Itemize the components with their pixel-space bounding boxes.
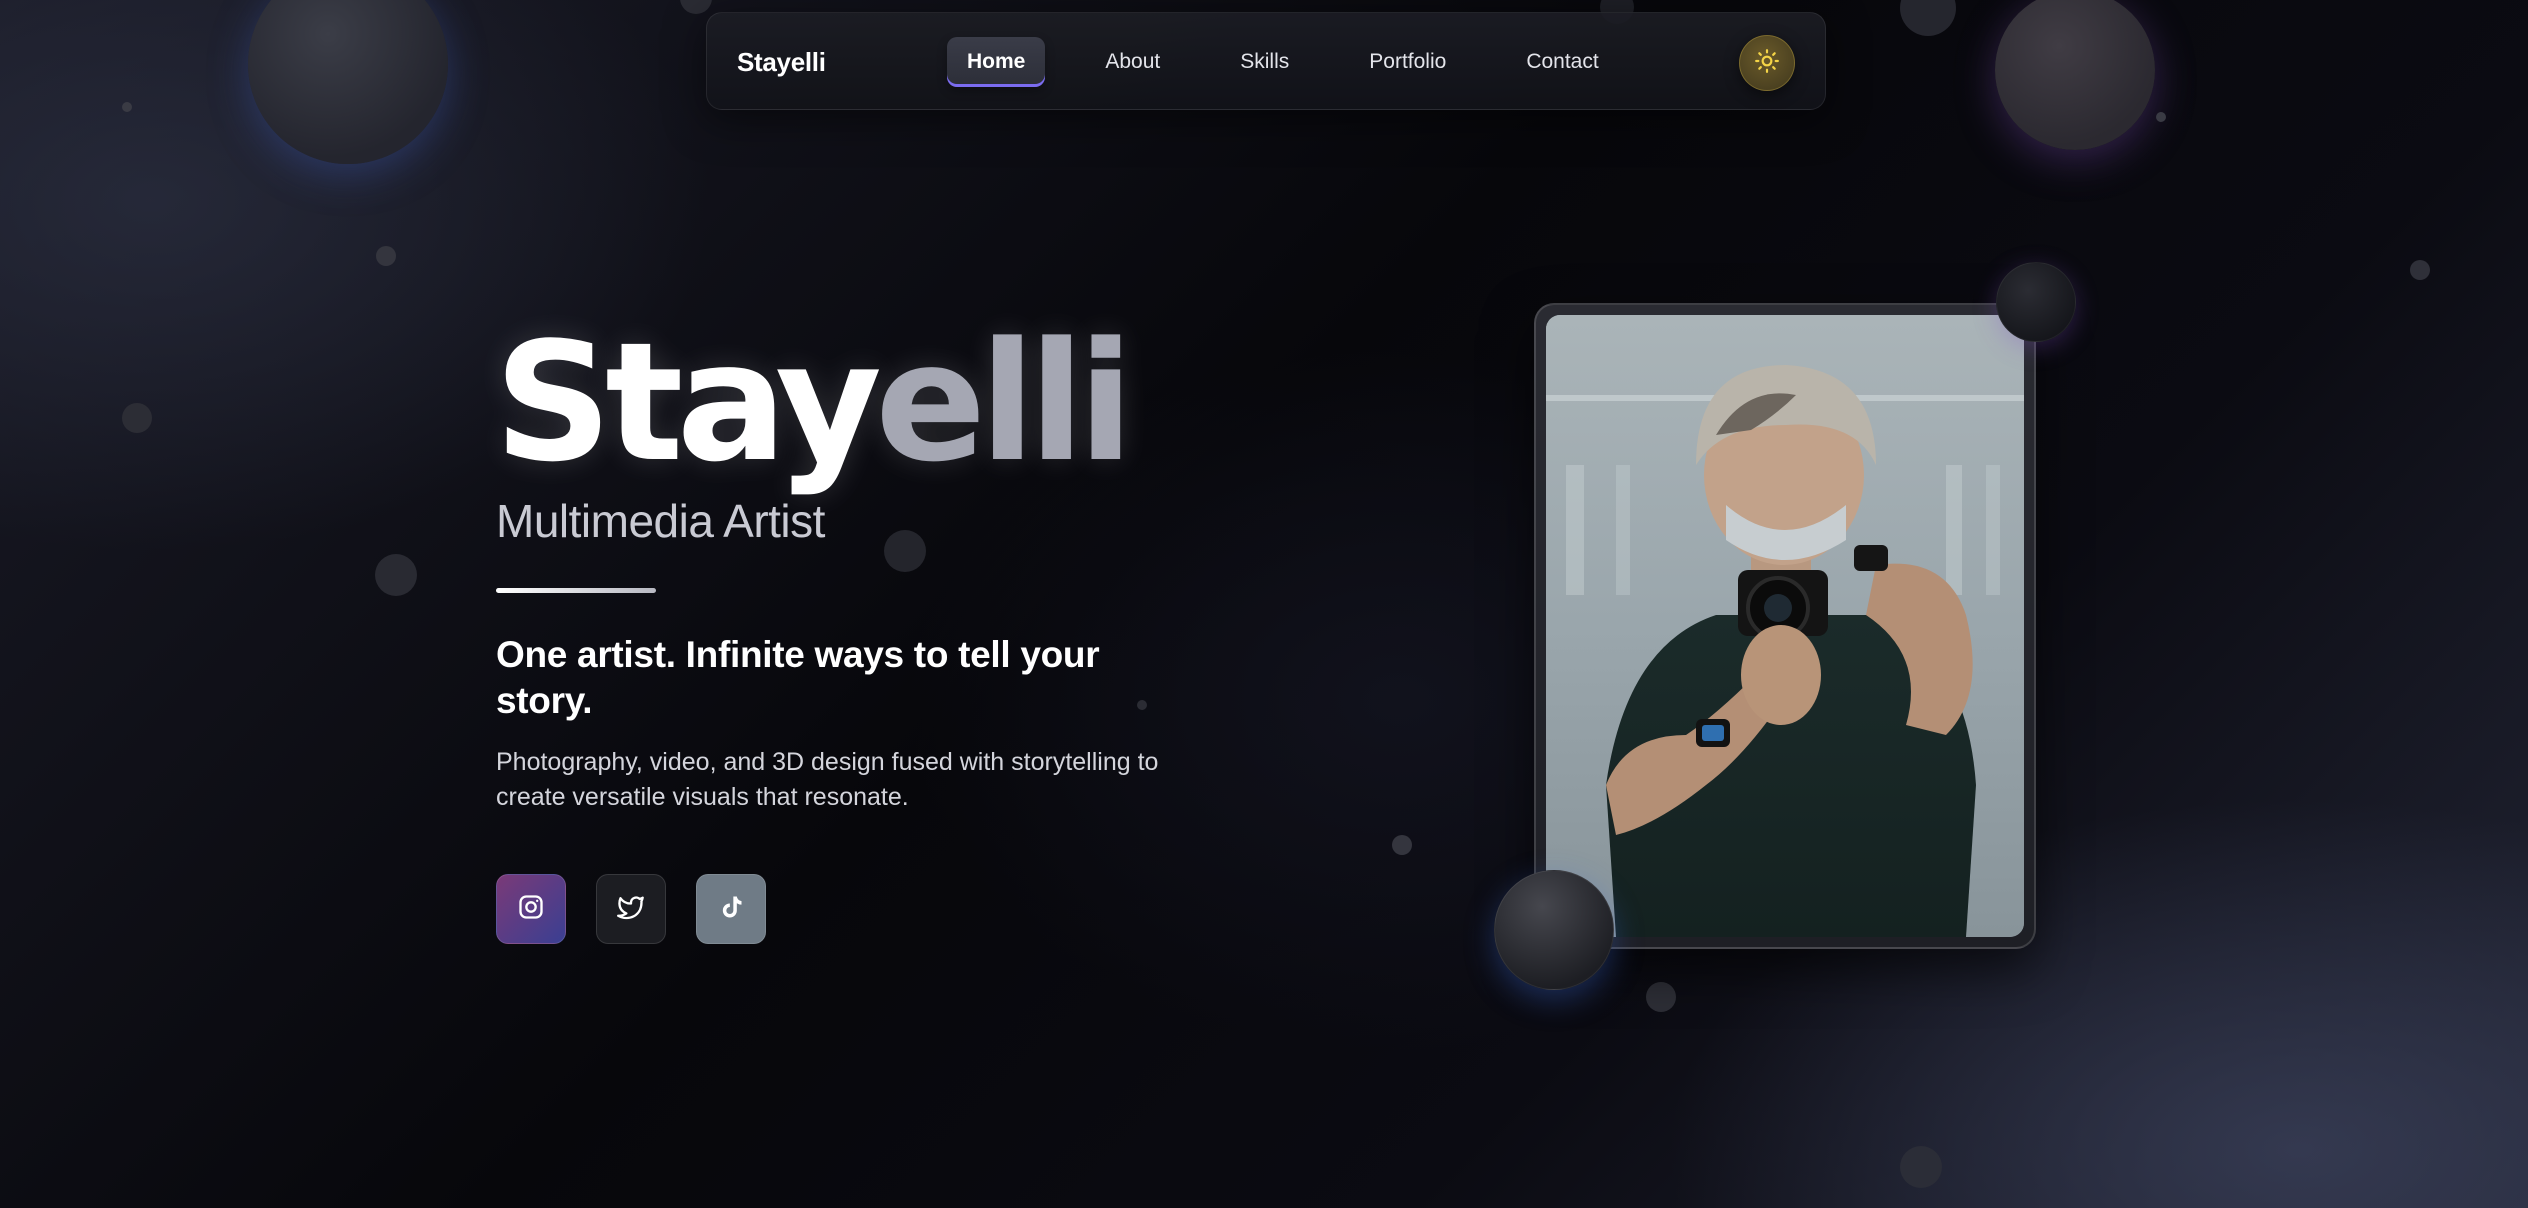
hero-name-part1: Stay: [494, 307, 882, 498]
nav-link-contact[interactable]: Contact: [1506, 37, 1618, 87]
tiktok-button[interactable]: [696, 874, 766, 944]
hero-description: Photography, video, and 3D design fused …: [496, 748, 1159, 811]
decorative-dot: [122, 102, 132, 112]
decorative-orb: [1996, 262, 2076, 342]
top-navbar: Stayelli Home About Skills Portfolio Con…: [706, 12, 1826, 110]
instagram-icon: [517, 893, 545, 926]
decorative-dot: [1900, 1146, 1942, 1188]
tiktok-icon: [717, 893, 745, 926]
decorative-dot: [680, 0, 712, 14]
sun-icon: [1754, 48, 1780, 79]
decorative-dot: [884, 530, 926, 572]
decorative-dot: [1392, 835, 1412, 855]
theme-toggle-button[interactable]: [1739, 35, 1795, 91]
decorative-orb: [1494, 870, 1614, 990]
decorative-dot: [2156, 112, 2166, 122]
hero-role: Multimedia Artist: [496, 495, 825, 547]
nav-link-home[interactable]: Home: [947, 37, 1046, 87]
hero-divider: [496, 588, 656, 593]
hero-name: Stayelli: [494, 307, 1134, 498]
nav-links: Home About Skills Portfolio Contact: [947, 37, 1659, 87]
decorative-dot: [376, 246, 396, 266]
decorative-orb: [248, 0, 448, 164]
nav-link-skills[interactable]: Skills: [1220, 37, 1309, 87]
decorative-orb: [1995, 0, 2155, 150]
profile-photo: [1546, 315, 2024, 937]
decorative-dot: [122, 403, 152, 433]
instagram-button[interactable]: [496, 874, 566, 944]
decorative-dot: [2410, 260, 2430, 280]
hero-name-part2: elli: [875, 307, 1134, 498]
decorative-dot: [1646, 982, 1676, 1012]
twitter-button[interactable]: [596, 874, 666, 944]
profile-photo-frame: [1534, 303, 2036, 949]
hero-tagline: One artist. Infinite ways to tell your s…: [496, 634, 1100, 721]
nav-link-portfolio[interactable]: Portfolio: [1349, 37, 1466, 87]
twitter-icon: [617, 893, 645, 926]
nav-link-about[interactable]: About: [1085, 37, 1180, 87]
decorative-dot: [1900, 0, 1956, 36]
brand-logo[interactable]: Stayelli: [737, 13, 826, 111]
decorative-dot: [375, 554, 417, 596]
